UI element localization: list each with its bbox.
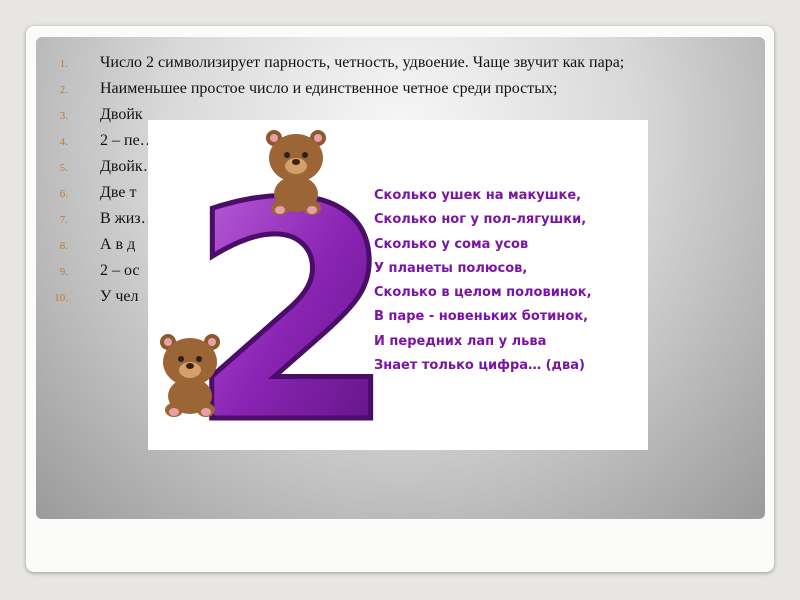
poem-line: Сколько в целом половинок, bbox=[374, 285, 592, 301]
list-item: 1. Число 2 символизирует парность, четнос… bbox=[59, 54, 625, 71]
poem-line: Знает только цифра… (два) bbox=[374, 358, 585, 374]
teddy-bear-icon bbox=[160, 334, 220, 417]
teddy-bear-icon bbox=[266, 130, 326, 215]
poem-text: Сколько ушек на макушке, Сколько ног у п… bbox=[374, 188, 592, 382]
list-item: 2. Наименьшее простое число и единственно… bbox=[59, 80, 558, 97]
poem-line: У планеты полюсов, bbox=[374, 260, 528, 276]
poem-line: В паре - новеньких ботинок, bbox=[374, 309, 589, 325]
poem-line: Сколько у сома усов bbox=[374, 236, 529, 252]
poem-line: Сколько ушек на макушке, bbox=[374, 188, 582, 203]
illustration-card: 2 Сколько ушек на макушке, Сколько ног у… bbox=[148, 120, 648, 450]
poem-line: Сколько ног у пол-лягушки, bbox=[374, 212, 587, 228]
poem-line: И передних лап у льва bbox=[374, 333, 547, 349]
